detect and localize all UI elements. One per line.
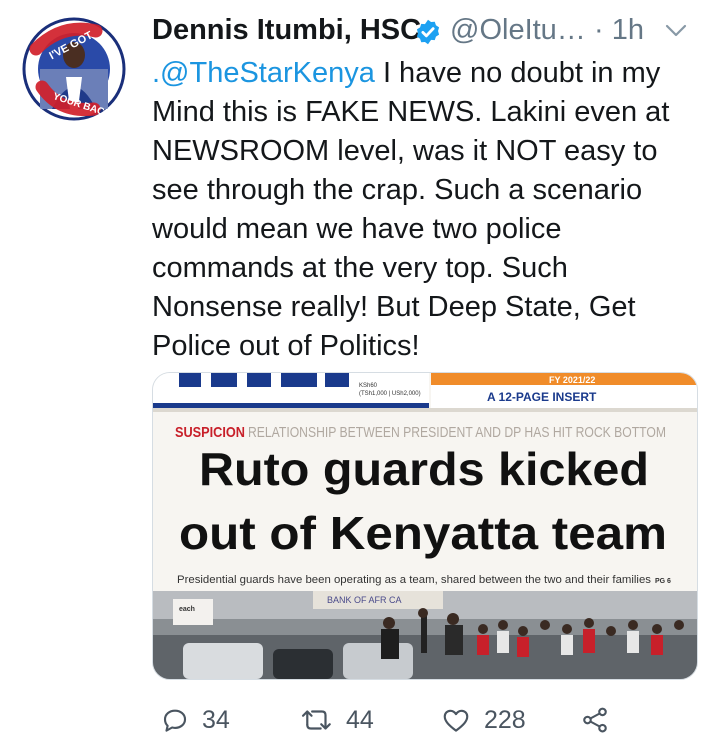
share-button[interactable] (580, 700, 610, 740)
standfirst: Presidential guards have been operating … (177, 574, 652, 586)
headline-kicker-rest: RELATIONSHIP BETWEEN PRESIDENT AND DP HA… (248, 424, 666, 441)
tweet-timestamp[interactable]: · 1h (594, 14, 644, 47)
author-name[interactable]: Dennis Itumbi, HSC (152, 14, 421, 47)
author-handle[interactable]: @OleItu… (450, 14, 586, 47)
retweet-button[interactable]: 44 (300, 700, 374, 740)
news-photo: BANK OF AFR CA each (153, 591, 697, 679)
tweet-media-image[interactable]: KSh60 (TSh1,000 | USh2,000) FY 2021/22 A… (152, 372, 698, 680)
mention-link[interactable]: .@TheStarKenya (152, 57, 375, 89)
photo-sign-small: each (179, 606, 195, 613)
headline-kicker: SUSPICION (175, 424, 245, 441)
author-avatar[interactable]: I'VE GOT YOUR BACK (22, 17, 126, 121)
insert-label: A 12-PAGE INSERT (487, 390, 597, 404)
retweet-icon (301, 710, 331, 730)
share-icon (583, 707, 607, 733)
tweet-body: I have no doubt in my Mind this is FAKE … (152, 57, 670, 362)
heart-icon (443, 709, 469, 732)
chevron-down-icon[interactable] (664, 22, 688, 40)
reply-icon (163, 709, 187, 732)
tweet-text: .@TheStarKenya I have no doubt in my Min… (152, 54, 692, 366)
reply-count: 34 (202, 705, 230, 734)
headline-line-2: out of Kenyatta team (179, 507, 667, 559)
like-count: 228 (484, 705, 526, 734)
insert-year: FY 2021/22 (549, 375, 595, 385)
page-ref: PG 6 (655, 578, 671, 585)
retweet-count: 44 (346, 705, 374, 734)
headline-line-1: Ruto guards kicked (199, 443, 649, 495)
avatar-image: I'VE GOT YOUR BACK (22, 17, 126, 121)
photo-sign: BANK OF AFR CA (327, 595, 402, 605)
tweet-actions: 34 44 228 (152, 700, 692, 740)
newspaper-front-page: KSh60 (TSh1,000 | USh2,000) FY 2021/22 A… (153, 373, 697, 679)
like-button[interactable]: 228 (440, 700, 526, 740)
verified-badge-icon (416, 19, 440, 45)
reply-button[interactable]: 34 (160, 700, 230, 740)
masthead-price-sub: (TSh1,000 | USh2,000) (359, 391, 421, 397)
masthead-price: KSh60 (359, 383, 378, 389)
tweet-header: Dennis Itumbi, HSC @OleItu… · 1h (152, 12, 702, 52)
